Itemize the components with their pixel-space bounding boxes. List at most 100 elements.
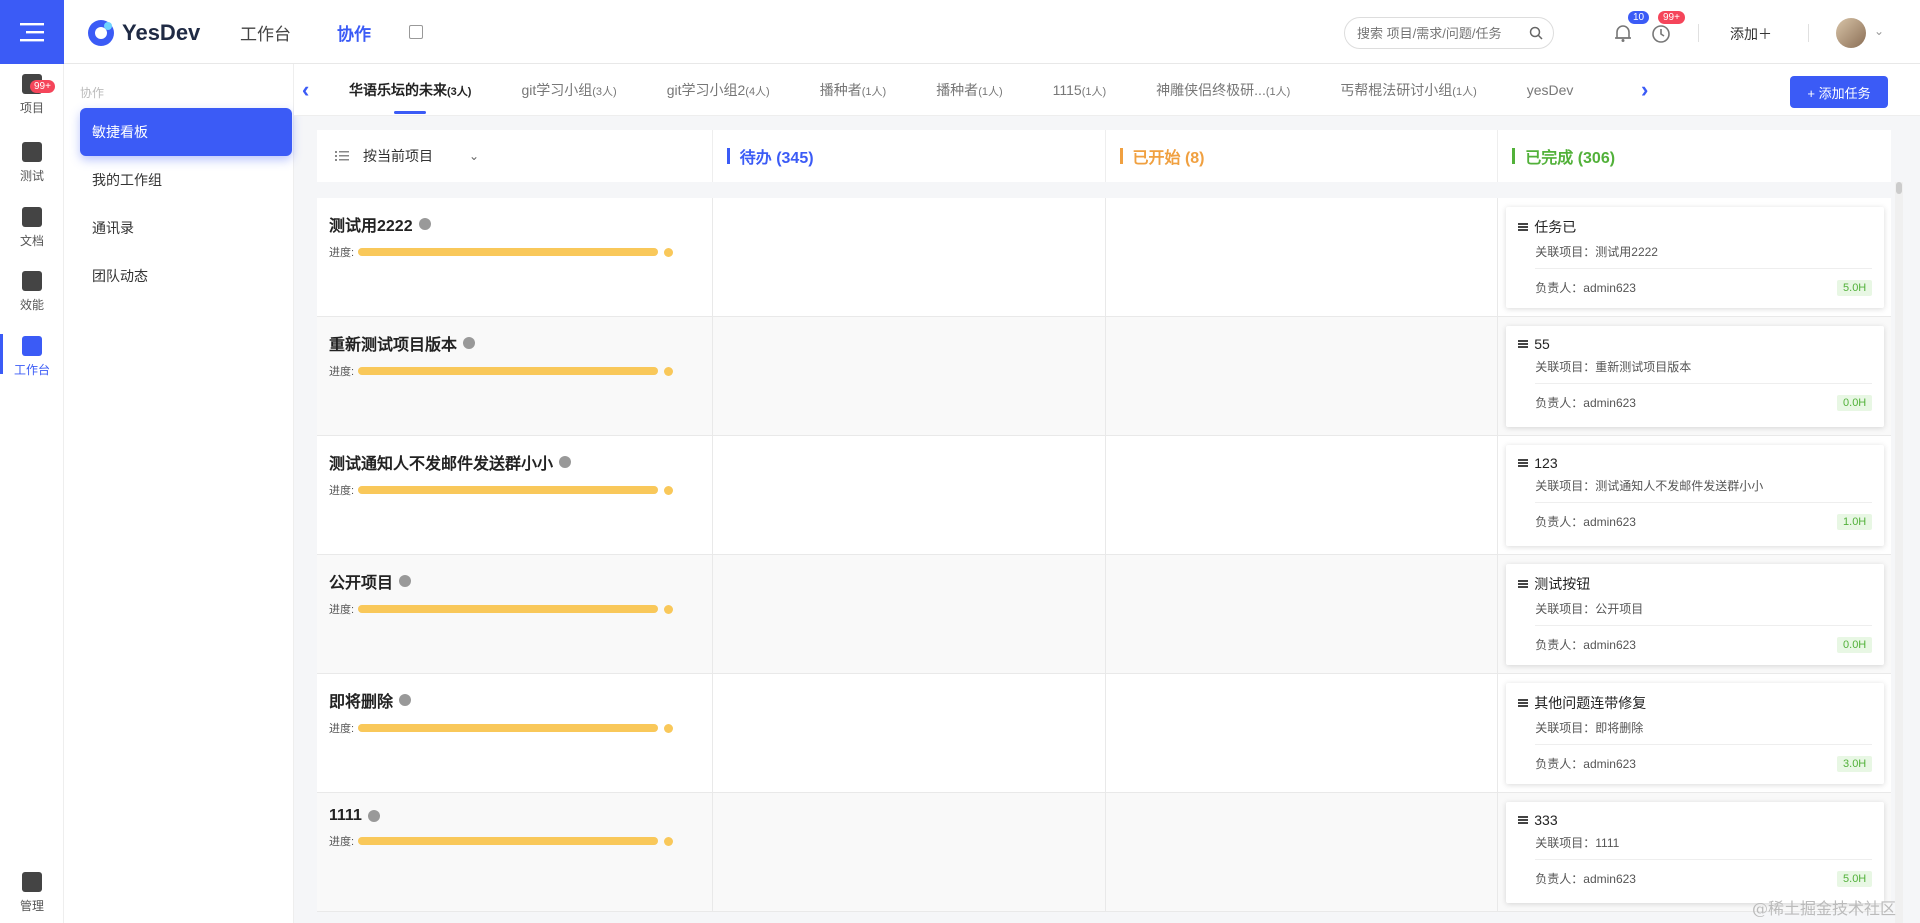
project-filter[interactable]: 按当前项目 ⌄ — [317, 130, 713, 182]
rail-item-efficiency[interactable]: 效能 — [0, 271, 64, 313]
info-icon[interactable] — [463, 337, 476, 349]
tab-group[interactable]: 播种者(1人) — [795, 64, 911, 116]
board-scrollbar[interactable] — [1895, 182, 1903, 923]
search-box[interactable] — [1344, 17, 1554, 49]
todo-cell[interactable] — [712, 674, 1106, 792]
sidebar-item-my-groups[interactable]: 我的工作组 — [80, 156, 292, 204]
started-cell[interactable] — [1105, 555, 1499, 673]
task-related-project: 关联项目：重新测试项目版本 — [1535, 358, 1873, 384]
info-icon[interactable] — [559, 456, 572, 468]
rail-item-doc[interactable]: 文档 — [0, 207, 64, 249]
clock-icon[interactable] — [1650, 22, 1672, 44]
task-card[interactable]: 333 关联项目：1111 负责人：admin623 5.0H — [1506, 802, 1885, 903]
column-title: 已开始 (8) — [1132, 150, 1205, 167]
project-name[interactable]: 1111 — [329, 807, 362, 825]
progress-label: 进度: — [329, 485, 355, 497]
sidebar-item-kanban[interactable]: 敏捷看板 — [80, 108, 292, 156]
progress-fill — [358, 486, 659, 494]
task-title: 其他问题连带修复 — [1534, 695, 1647, 711]
done-cell[interactable]: 任务已 关联项目：测试用2222 负责人：admin623 5.0H — [1498, 198, 1891, 316]
sidebar-item-contacts[interactable]: 通讯录 — [80, 204, 292, 252]
tab-group[interactable]: 华语乐坛的未来(3人) — [324, 64, 496, 116]
menu-toggle-button[interactable] — [0, 0, 64, 64]
project-name[interactable]: 即将删除 — [329, 688, 393, 712]
watermark: @稀土掘金技术社区 — [1752, 899, 1897, 918]
rail-item-project[interactable]: 项目 99+ — [0, 74, 64, 116]
chevron-left-icon[interactable]: ‹ — [302, 79, 322, 101]
project-cell[interactable]: 重新测试项目版本 进度: — [317, 317, 713, 435]
task-card[interactable]: 测试按钮 关联项目：公开项目 负责人：admin623 0.0H — [1506, 564, 1885, 665]
tab-group[interactable]: git学习小组(3人) — [496, 64, 641, 116]
progress-label: 进度: — [329, 247, 355, 259]
app-logo[interactable]: YesDev — [86, 18, 200, 48]
column-color-bar — [1119, 148, 1123, 164]
started-cell[interactable] — [1105, 793, 1499, 911]
task-hours-badge: 1.0H — [1837, 513, 1873, 530]
rail-item-workbench[interactable]: 工作台 — [0, 336, 64, 378]
task-card[interactable]: 其他问题连带修复 关联项目：即将删除 负责人：admin623 3.0H — [1506, 683, 1885, 784]
chevron-down-icon[interactable]: ⌄ — [1874, 24, 1884, 38]
todo-cell[interactable] — [712, 198, 1106, 316]
done-cell[interactable]: 测试按钮 关联项目：公开项目 负责人：admin623 0.0H — [1498, 555, 1891, 673]
progress-fill — [358, 367, 659, 375]
project-cell[interactable]: 1111 进度: — [317, 793, 713, 911]
info-icon[interactable] — [399, 694, 412, 706]
tab-group[interactable]: 播种者(1人) — [911, 64, 1027, 116]
done-cell[interactable]: 55 关联项目：重新测试项目版本 负责人：admin623 0.0H — [1498, 317, 1891, 435]
tab-group[interactable]: 神雕侠侣终极研...(1人) — [1131, 64, 1315, 116]
board-row: 1111 进度: 333 关联项目：1111 负责人：admin623 5.0H — [317, 793, 1891, 912]
open-external-icon[interactable] — [409, 25, 423, 39]
info-icon[interactable] — [399, 575, 412, 587]
nav-collaboration[interactable]: 协作 — [337, 20, 371, 45]
tab-group[interactable]: 1115(1人) — [1028, 64, 1132, 116]
tab-group[interactable]: 丐帮棍法研讨小组(1人) — [1315, 64, 1501, 116]
project-name[interactable]: 测试通知人不发邮件发送群小小 — [329, 450, 553, 474]
board-row: 重新测试项目版本 进度: 55 关联项目：重新测试项目版本 负责人：admin6… — [317, 317, 1891, 436]
project-cell[interactable]: 测试用2222 进度: — [317, 198, 713, 316]
sidebar-item-team-activity[interactable]: 团队动态 — [80, 252, 292, 300]
chevron-right-icon[interactable]: › — [1641, 79, 1661, 101]
done-cell[interactable]: 123 关联项目：测试通知人不发邮件发送群小小 负责人：admin623 1.0… — [1498, 436, 1891, 554]
add-task-button[interactable]: + 添加任务 — [1790, 76, 1888, 108]
info-icon[interactable] — [367, 810, 380, 822]
task-card[interactable]: 123 关联项目：测试通知人不发邮件发送群小小 负责人：admin623 1.0… — [1506, 445, 1885, 546]
started-cell[interactable] — [1105, 674, 1499, 792]
todo-cell[interactable] — [712, 317, 1106, 435]
done-cell[interactable]: 333 关联项目：1111 负责人：admin623 5.0H — [1498, 793, 1891, 911]
project-name[interactable]: 公开项目 — [329, 569, 393, 593]
progress-bar — [358, 486, 659, 494]
project-cell[interactable]: 公开项目 进度: — [317, 555, 713, 673]
started-cell[interactable] — [1105, 198, 1499, 316]
info-icon[interactable] — [418, 218, 431, 230]
project-name[interactable]: 测试用2222 — [329, 212, 413, 236]
progress: 进度: — [329, 720, 700, 736]
rail-item-admin[interactable]: 管理 — [0, 872, 64, 914]
task-card[interactable]: 任务已 关联项目：测试用2222 负责人：admin623 5.0H — [1506, 207, 1885, 308]
scrollbar-thumb[interactable] — [1896, 182, 1902, 194]
progress-label: 进度: — [329, 723, 355, 735]
todo-cell[interactable] — [712, 793, 1106, 911]
rail-item-test[interactable]: 测试 — [0, 142, 64, 184]
bell-icon[interactable] — [1612, 22, 1634, 44]
started-cell[interactable] — [1105, 317, 1499, 435]
add-menu-button[interactable]: 添加＋ — [1730, 24, 1772, 44]
task-related-project: 关联项目：测试用2222 — [1535, 243, 1873, 269]
done-cell[interactable]: 其他问题连带修复 关联项目：即将删除 负责人：admin623 3.0H — [1498, 674, 1891, 792]
project-cell[interactable]: 即将删除 进度: — [317, 674, 713, 792]
search-icon[interactable] — [1529, 26, 1543, 40]
user-avatar[interactable] — [1836, 18, 1866, 48]
task-card-title-row: 333 — [1518, 812, 1872, 828]
task-related-project: 关联项目：测试通知人不发邮件发送群小小 — [1535, 477, 1873, 503]
task-card[interactable]: 55 关联项目：重新测试项目版本 负责人：admin623 0.0H — [1506, 326, 1885, 427]
tab-group[interactable]: git学习小组2(4人) — [642, 64, 795, 116]
started-cell[interactable] — [1105, 436, 1499, 554]
search-input[interactable] — [1357, 25, 1527, 41]
nav-workbench[interactable]: 工作台 — [240, 20, 291, 45]
todo-cell[interactable] — [712, 436, 1106, 554]
project-name[interactable]: 重新测试项目版本 — [329, 331, 457, 355]
project-cell[interactable]: 测试通知人不发邮件发送群小小 进度: — [317, 436, 713, 554]
tab-group[interactable]: yesDev — [1502, 64, 1599, 116]
progress-bar — [358, 367, 659, 375]
task-title: 任务已 — [1534, 219, 1577, 235]
todo-cell[interactable] — [712, 555, 1106, 673]
